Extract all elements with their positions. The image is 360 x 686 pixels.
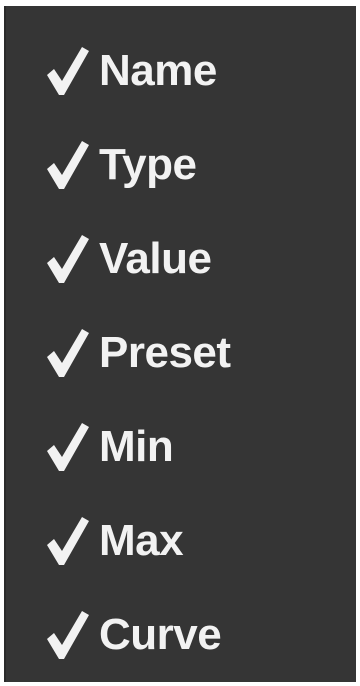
menu-item-preset[interactable]: Preset [6,306,356,400]
menu-item-label: Min [99,422,174,471]
menu-item-label: Value [99,234,212,283]
menu-item-curve[interactable]: Curve [6,588,356,682]
menu-item-max[interactable]: Max [6,494,356,588]
menu-item-label: Curve [99,610,222,659]
checkmark-icon [44,233,90,285]
checkmark-icon [44,515,90,567]
checkmark-icon [44,421,90,473]
checkmark-icon [44,327,90,379]
checkmark-icon [44,609,90,661]
menu-item-label: Type [99,140,197,189]
column-visibility-menu: Name Type Value Preset Min Max Curve [4,6,356,682]
menu-item-min[interactable]: Min [6,400,356,494]
checkmark-icon [44,45,90,97]
menu-item-label: Preset [99,328,231,377]
menu-item-type[interactable]: Type [6,118,356,212]
menu-item-name[interactable]: Name [6,24,356,118]
menu-item-label: Max [99,516,184,565]
menu-item-label: Name [99,46,217,95]
menu-item-value[interactable]: Value [6,212,356,306]
checkmark-icon [44,139,90,191]
